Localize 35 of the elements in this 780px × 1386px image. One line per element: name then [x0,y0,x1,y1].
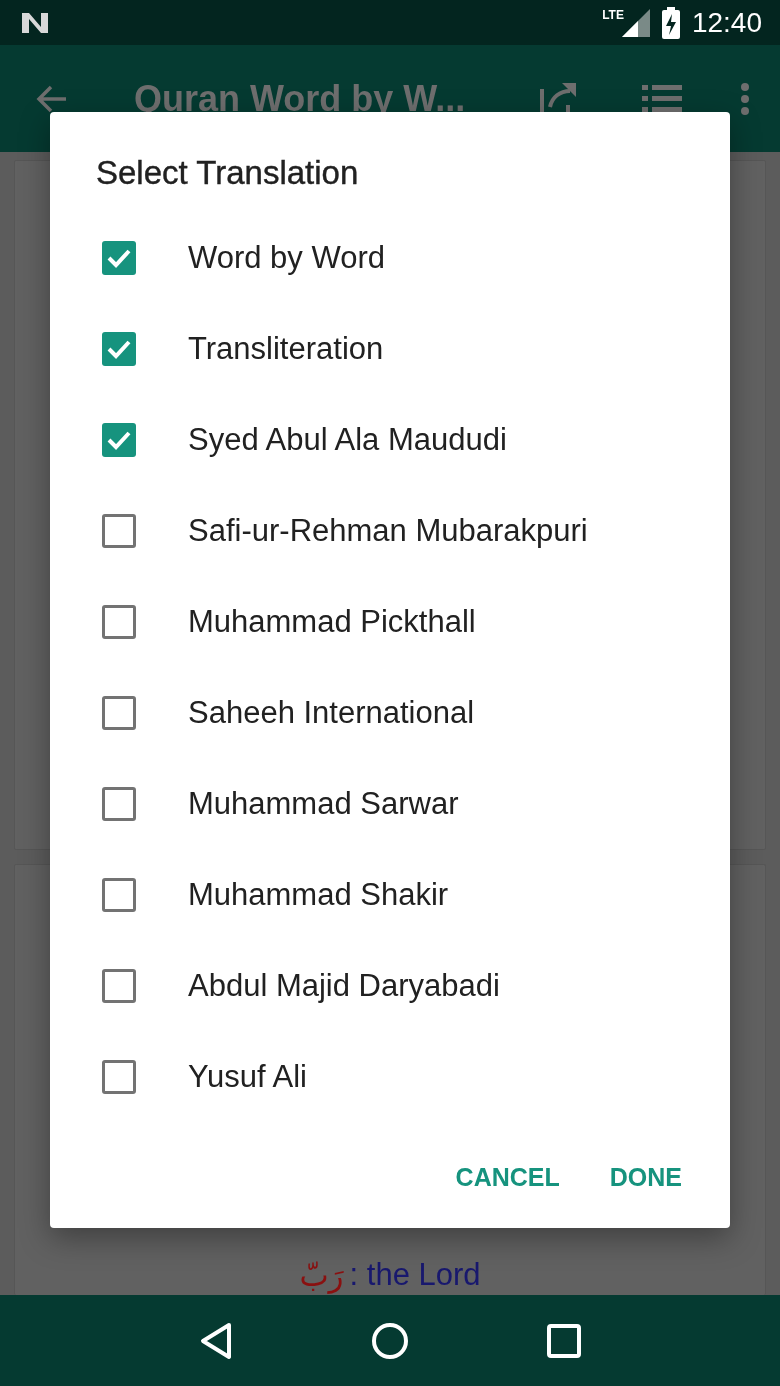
checkbox[interactable] [102,1059,136,1094]
network-type: LTE [602,8,624,22]
checkbox[interactable] [102,331,136,366]
checkbox[interactable] [102,513,136,548]
home-icon[interactable] [371,1321,409,1360]
recents-icon[interactable] [547,1323,581,1358]
cancel-button[interactable]: CANCEL [443,1151,572,1204]
arabic-word: رَبّ [299,1256,344,1295]
back-icon[interactable] [199,1321,233,1360]
option-label[interactable]: Safi-ur-Rehman Mubarakpuri [188,512,588,549]
word-meaning: : the Lord [349,1256,481,1294]
option-label[interactable]: Abdul Majid Daryabadi [188,967,500,1004]
checkbox[interactable] [102,422,136,457]
checkbox[interactable] [102,240,136,275]
dialog-title: Select Translation [96,153,360,193]
option-label[interactable]: Muhammad Shakir [188,876,449,913]
checkbox[interactable] [102,786,136,821]
checkbox[interactable] [102,877,136,912]
more-options-icon[interactable] [740,82,750,115]
battery-icon [661,6,680,39]
list-icon[interactable] [642,82,682,115]
option-label[interactable]: Syed Abul Ala Maududi [188,421,507,458]
option-label[interactable]: Muhammad Pickthall [188,603,476,640]
done-button[interactable]: DONE [597,1151,694,1204]
option-label[interactable]: Transliteration [188,330,384,367]
checkbox[interactable] [102,695,136,730]
notification-icon [20,10,50,35]
option-label[interactable]: Saheeh International [188,694,475,731]
option-label[interactable]: Muhammad Sarwar [188,785,459,822]
clock: 12:40 [691,6,762,39]
option-label[interactable]: Yusuf Ali [188,1058,307,1095]
checkbox[interactable] [102,968,136,1003]
back-arrow-icon[interactable] [36,83,68,114]
checkbox[interactable] [102,604,136,639]
option-label[interactable]: Word by Word [188,239,385,276]
